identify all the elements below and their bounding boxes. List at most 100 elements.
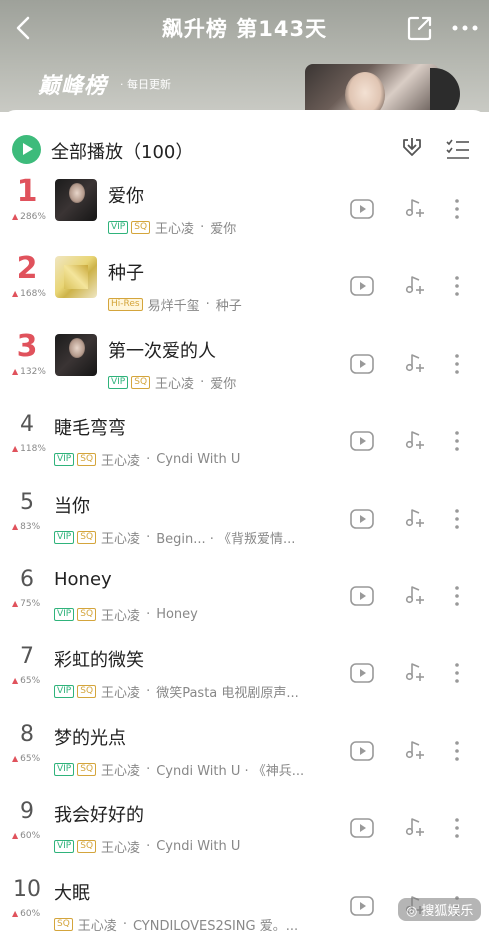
song-title: Honey bbox=[54, 569, 112, 590]
meta-separator: · bbox=[146, 529, 151, 545]
quality-badge: SQ bbox=[54, 917, 73, 931]
video-icon bbox=[350, 663, 374, 684]
song-meta: VIP SQ 王心凌 · Honey bbox=[54, 605, 198, 624]
share-button[interactable] bbox=[406, 14, 434, 42]
album-name: 爱你 bbox=[210, 376, 237, 392]
song-row[interactable]: 9 ▲ 60% 我会好好的 VIP SQ 王心凌 · Cyndi With U bbox=[0, 791, 489, 868]
artist-name: 易烊千玺 bbox=[147, 299, 200, 315]
song-more-button[interactable] bbox=[447, 429, 467, 453]
mv-button[interactable] bbox=[350, 740, 374, 761]
song-more-button[interactable] bbox=[447, 816, 467, 840]
trend-percent: 60% bbox=[20, 908, 41, 919]
meta-separator: · bbox=[200, 220, 205, 235]
album-name: 种子 bbox=[215, 299, 242, 315]
meta-separator: · bbox=[146, 452, 151, 468]
quality-badge: SQ bbox=[77, 685, 97, 699]
album-thumbnail bbox=[55, 256, 97, 299]
rank-number: 6 bbox=[20, 567, 34, 592]
video-icon bbox=[350, 353, 374, 374]
add-to-playlist-button[interactable] bbox=[404, 584, 426, 606]
song-more-button[interactable] bbox=[447, 584, 467, 608]
download-icon bbox=[403, 138, 421, 156]
quality-badge: VIP bbox=[54, 840, 75, 854]
trend-up-icon: ▲ bbox=[12, 366, 19, 376]
song-more-button[interactable] bbox=[447, 352, 467, 376]
rank-number: 7 bbox=[20, 644, 34, 670]
song-more-button[interactable] bbox=[447, 661, 467, 685]
chart-cover-image bbox=[305, 64, 439, 112]
quality-badge: VIP bbox=[108, 221, 129, 234]
mv-button[interactable] bbox=[350, 199, 374, 219]
song-row[interactable]: 3 ▲ 132% 第一次爱的人 VIP SQ 王心凌 · 爱你 bbox=[0, 327, 489, 404]
quality-badge: SQ bbox=[77, 762, 97, 776]
quality-badge: SQ bbox=[77, 453, 97, 467]
add-to-playlist-button[interactable] bbox=[404, 429, 426, 451]
artist-name: 王心凌 bbox=[155, 222, 195, 237]
mv-button[interactable] bbox=[350, 353, 374, 374]
chart-logo: 巅峰榜 bbox=[38, 74, 108, 99]
quality-badge: VIP bbox=[108, 375, 129, 389]
trend-indicator: ▲ 65% bbox=[12, 754, 40, 764]
add-to-playlist-button[interactable] bbox=[404, 661, 426, 683]
play-all-button[interactable]: 全部播放（100） bbox=[12, 135, 272, 165]
album-thumbnail bbox=[55, 179, 97, 221]
trend-up-icon: ▲ bbox=[12, 289, 19, 299]
add-to-playlist-icon bbox=[405, 353, 424, 372]
trend-percent: 286% bbox=[20, 212, 46, 222]
song-row[interactable]: 1 ▲ 286% 爱你 VIP SQ 王心凌 · 爱你 bbox=[0, 172, 489, 249]
trend-up-icon: ▲ bbox=[12, 676, 19, 686]
song-row[interactable]: 5 ▲ 83% 当你 VIP SQ 王心凌 · Begin... · 《背叛爱情... bbox=[0, 482, 489, 559]
album-name: 爱你 bbox=[210, 222, 237, 237]
meta-separator: · bbox=[122, 916, 127, 932]
add-to-playlist-button[interactable] bbox=[404, 507, 426, 529]
trend-indicator: ▲ 60% bbox=[12, 831, 40, 841]
download-button[interactable] bbox=[399, 135, 425, 163]
add-to-playlist-button[interactable] bbox=[404, 274, 426, 296]
quality-badge: VIP bbox=[54, 762, 75, 776]
add-to-playlist-icon bbox=[405, 199, 424, 217]
video-icon bbox=[350, 276, 374, 297]
album-name: Cyndi With U bbox=[156, 452, 241, 468]
add-to-playlist-icon bbox=[405, 431, 424, 450]
song-more-button[interactable] bbox=[447, 739, 467, 763]
trend-percent: 132% bbox=[20, 366, 46, 377]
add-to-playlist-button[interactable] bbox=[404, 816, 426, 838]
more-vertical-icon bbox=[455, 276, 459, 297]
song-meta: SQ 王心凌 · CYNDILOVES2SING 爱。... bbox=[54, 915, 298, 932]
mv-button[interactable] bbox=[350, 818, 374, 838]
mv-button[interactable] bbox=[350, 431, 374, 451]
more-vertical-icon bbox=[455, 818, 459, 838]
add-to-playlist-icon bbox=[405, 818, 424, 837]
song-title: 爱你 bbox=[108, 186, 144, 207]
song-title: 第一次爱的人 bbox=[108, 340, 216, 362]
add-to-playlist-button[interactable] bbox=[404, 197, 426, 219]
mv-button[interactable] bbox=[350, 586, 374, 606]
song-row[interactable]: 4 ▲ 118% 睫毛弯弯 VIP SQ 王心凌 · Cyndi With U bbox=[0, 404, 489, 481]
multiselect-button[interactable] bbox=[445, 137, 471, 161]
song-row[interactable]: 2 ▲ 168% 种子 Hi-Res 易烊千玺 · 种子 bbox=[0, 249, 489, 326]
song-row[interactable]: 7 ▲ 65% 彩虹的微笑 VIP SQ 王心凌 · 微笑Pasta 电视剧原声... bbox=[0, 636, 489, 713]
mv-button[interactable] bbox=[350, 276, 374, 297]
video-icon bbox=[350, 895, 374, 916]
more-vertical-icon bbox=[455, 740, 459, 761]
add-to-playlist-button[interactable] bbox=[404, 739, 426, 761]
song-more-button[interactable] bbox=[447, 197, 467, 221]
add-to-playlist-button[interactable] bbox=[404, 352, 426, 374]
back-button[interactable] bbox=[10, 12, 40, 44]
mv-button[interactable] bbox=[350, 895, 374, 916]
artist-name: 王心凌 bbox=[101, 531, 141, 547]
mv-button[interactable] bbox=[350, 663, 374, 684]
song-more-button[interactable] bbox=[447, 274, 467, 298]
quality-badge: SQ bbox=[77, 530, 97, 544]
album-name: Cyndi With U · 《神兵... bbox=[156, 763, 305, 779]
meta-separator: · bbox=[146, 607, 151, 622]
more-button[interactable] bbox=[450, 16, 480, 40]
trend-indicator: ▲ 118% bbox=[12, 444, 46, 454]
mv-button[interactable] bbox=[350, 508, 374, 529]
meta-separator: · bbox=[205, 297, 210, 313]
trend-indicator: ▲ 168% bbox=[12, 289, 46, 299]
song-more-button[interactable] bbox=[447, 507, 467, 531]
trend-indicator: ▲ 60% bbox=[12, 909, 40, 919]
song-row[interactable]: 6 ▲ 75% Honey VIP SQ 王心凌 · Honey bbox=[0, 559, 489, 636]
song-row[interactable]: 8 ▲ 65% 梦的光点 VIP SQ 王心凌 · Cyndi With U · 《神兵... bbox=[0, 714, 489, 791]
